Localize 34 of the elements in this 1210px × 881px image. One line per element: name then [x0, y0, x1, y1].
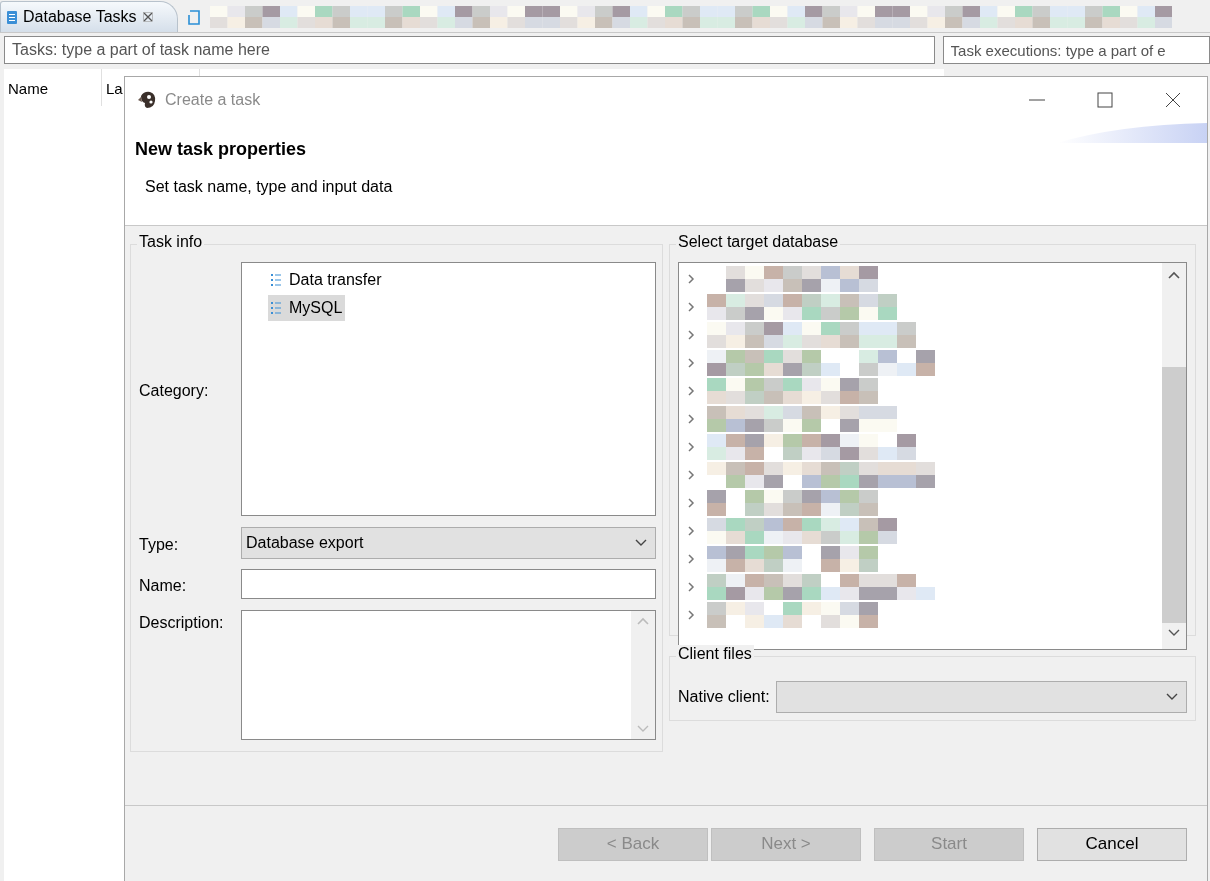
tab[interactable]: Database Tasks	[0, 1, 178, 32]
table-icon	[7, 10, 17, 24]
page-subtitle: Set task name, type and input data	[145, 178, 394, 196]
field-label: Category:	[139, 382, 210, 401]
category-item[interactable]: MySQL	[268, 295, 346, 321]
scrollbar[interactable]	[1162, 263, 1186, 649]
close-icon[interactable]	[1165, 92, 1181, 108]
description-field[interactable]	[241, 609, 656, 740]
page-heading: New task properties	[135, 139, 308, 160]
app-icon	[137, 90, 157, 110]
chevron-down-icon	[635, 538, 647, 547]
tab-icon	[187, 9, 200, 25]
chevron-up-icon	[637, 616, 649, 625]
field-label: Description:	[139, 612, 225, 632]
close-icon[interactable]	[142, 12, 153, 22]
window-title: Create a task	[165, 91, 262, 109]
type-dropdown[interactable]: Database export	[241, 526, 656, 559]
dialog-button[interactable]: Cancel	[1037, 827, 1187, 861]
filter-field[interactable]: Tasks: type a part of task name here	[4, 36, 935, 64]
field-label: Native client:	[678, 688, 770, 706]
name-field[interactable]	[241, 569, 656, 599]
chevron-down-icon	[1168, 629, 1180, 637]
maximize-icon[interactable]	[1097, 92, 1113, 108]
list-icon	[271, 301, 281, 315]
list-icon	[271, 273, 281, 287]
category-list[interactable]: Data transfer MySQL	[241, 262, 656, 516]
filter-field[interactable]: Task executions: type a part of e	[942, 36, 1210, 64]
chevron-up-icon	[1168, 271, 1180, 279]
field-label: Type:	[139, 535, 180, 554]
field-label: Name:	[139, 577, 188, 596]
chevron-down-icon	[637, 724, 649, 733]
group-title: Select target database	[676, 233, 841, 251]
category-item[interactable]: Data transfer	[268, 267, 385, 293]
chevron-down-icon	[1166, 693, 1178, 701]
